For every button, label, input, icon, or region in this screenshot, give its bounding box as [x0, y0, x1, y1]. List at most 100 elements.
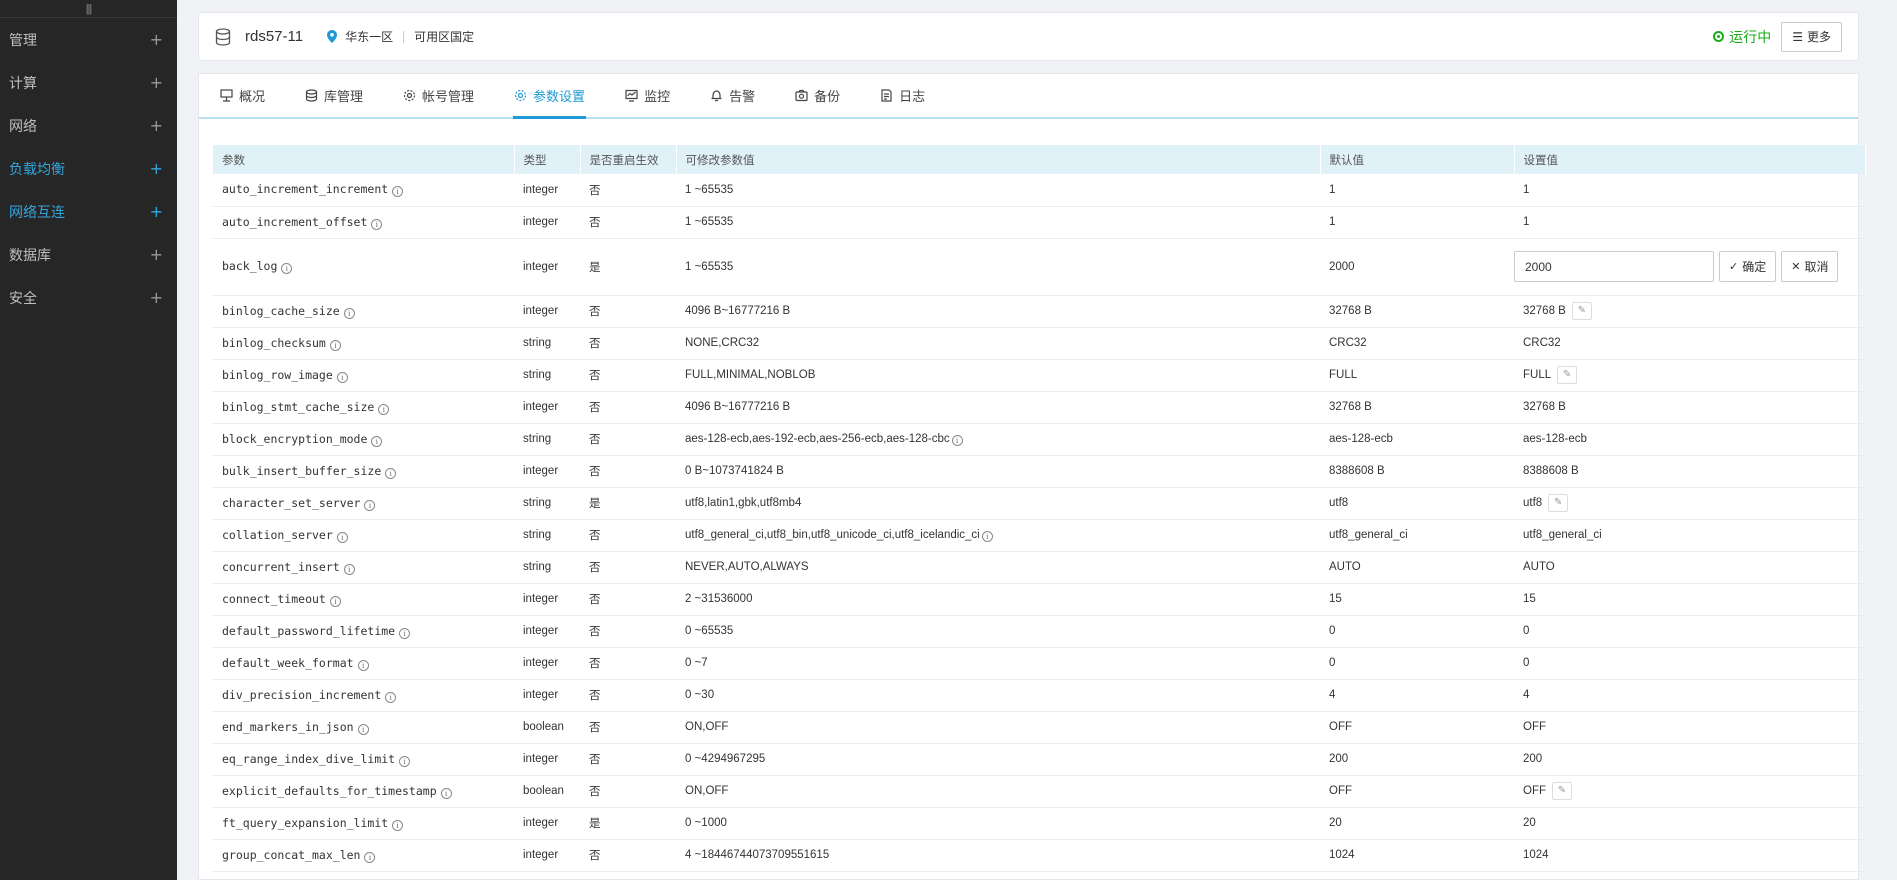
- allowed-range: 0 ~1000: [685, 817, 727, 829]
- allowed-range: 4096 B~16777216 B: [685, 305, 791, 317]
- set-value: 200: [1523, 753, 1543, 765]
- set-value: 32768 B: [1523, 401, 1566, 413]
- sidebar-item[interactable]: 安全 +: [0, 276, 177, 319]
- table-row: group_concat_max_len i integer 否 4 ~18446744…: [213, 839, 1865, 872]
- more-button[interactable]: ☰ 更多: [1781, 21, 1842, 52]
- default-value-cell: utf8: [1320, 487, 1514, 520]
- info-icon[interactable]: i: [329, 339, 341, 351]
- table-row: connect_timeout i integer 否 2 ~31536000 15 15: [213, 583, 1865, 616]
- sidebar-item[interactable]: 管理 +: [0, 18, 177, 61]
- tab-7[interactable]: 备份: [794, 73, 841, 117]
- table-row: explicit_defaults_for_timestamp i boolean 否…: [213, 775, 1865, 808]
- param-name: back_log: [222, 259, 278, 273]
- sidebar-item[interactable]: 计算 +: [0, 61, 177, 104]
- table-row: bulk_insert_buffer_size i integer 否 0 B~1073…: [213, 455, 1865, 488]
- info-icon[interactable]: i: [336, 531, 348, 543]
- plus-icon: +: [149, 245, 163, 264]
- edit-icon[interactable]: ✎: [1552, 782, 1572, 800]
- restart-required-cell: 否: [580, 743, 676, 776]
- table-row: auto_increment_increment i integer 否 1 ~6553…: [213, 174, 1865, 207]
- allowed-range: 1 ~65535: [685, 183, 734, 196]
- tab-3[interactable]: 帐号管理: [402, 73, 475, 117]
- allowed-range: 4 ~18446744073709551615: [685, 849, 830, 861]
- param-name-cell: binlog_checksum i: [213, 327, 514, 360]
- table-header-row: 参数 类型 是否重启生效 可修改参数值 默认值 设置值: [213, 145, 1866, 174]
- param-name: default_password_lifetime: [222, 623, 396, 638]
- info-icon[interactable]: i: [336, 371, 348, 383]
- cancel-button[interactable]: ✕ 取消: [1781, 251, 1839, 282]
- info-icon[interactable]: i: [371, 435, 383, 447]
- set-value: FULL: [1523, 369, 1552, 382]
- param-type-cell: integer: [514, 583, 580, 616]
- allowed-range: NONE,CRC32: [685, 337, 760, 349]
- param-type-cell: integer: [514, 807, 580, 840]
- set-value-cell: utf8 ✎: [1514, 487, 1865, 520]
- default-value-cell: 32768 B: [1320, 295, 1514, 328]
- column-header-restart: 是否重启生效: [580, 145, 677, 174]
- tab-5[interactable]: 监控: [624, 73, 671, 117]
- info-icon[interactable]: i: [392, 186, 404, 198]
- info-icon[interactable]: i: [399, 627, 411, 639]
- sidebar-item[interactable]: 负载均衡 +: [0, 147, 177, 190]
- set-value: 32768 B: [1523, 305, 1566, 318]
- info-icon[interactable]: i: [399, 755, 411, 767]
- tab-2[interactable]: 库管理: [304, 73, 364, 117]
- param-type-cell: integer: [514, 295, 580, 328]
- info-icon[interactable]: i: [385, 467, 397, 479]
- param-type-cell: integer: [514, 647, 580, 680]
- param-name-cell: bulk_insert_buffer_size i: [213, 455, 514, 488]
- set-value: 8388608 B: [1523, 465, 1579, 477]
- param-name: explicit_defaults_for_timestamp: [222, 783, 437, 798]
- param-name-cell: collation_server i: [213, 519, 514, 552]
- sidebar-collapse-handle[interactable]: |||: [0, 0, 177, 18]
- info-icon[interactable]: i: [951, 434, 963, 446]
- restart-required-cell: 否: [580, 839, 676, 872]
- allowed-range: 0 ~65535: [685, 625, 734, 637]
- set-value: utf8: [1523, 497, 1543, 510]
- sidebar-item[interactable]: 网络 +: [0, 104, 177, 147]
- info-icon[interactable]: i: [385, 691, 397, 703]
- info-icon[interactable]: i: [364, 499, 376, 511]
- edit-icon[interactable]: ✎: [1571, 302, 1592, 320]
- param-name-cell: binlog_row_image i: [213, 359, 514, 392]
- restart-required-cell: 是: [580, 487, 676, 520]
- param-name: concurrent_insert: [222, 559, 340, 574]
- param-type-cell: boolean: [514, 711, 580, 744]
- allowed-range-cell: ON,OFF: [676, 711, 1320, 744]
- restart-required-cell: 否: [580, 455, 676, 488]
- edit-icon[interactable]: ✎: [1557, 366, 1578, 384]
- param-type-cell: string: [514, 551, 580, 584]
- table-row: binlog_checksum i string 否 NONE,CRC32 CRC32 CR…: [213, 327, 1865, 360]
- tab-6[interactable]: 告警: [709, 73, 756, 117]
- sidebar-item-label: 安全: [9, 289, 37, 306]
- sidebar-item[interactable]: 数据库 +: [0, 233, 177, 276]
- set-value: 20: [1523, 817, 1536, 829]
- info-icon[interactable]: i: [981, 530, 993, 542]
- info-icon[interactable]: i: [364, 851, 376, 863]
- instance-header: rds57-11 华东一区 可用区国定 运行中 ☰ 更多: [198, 12, 1859, 61]
- sidebar-item[interactable]: 网络互连 +: [0, 190, 177, 233]
- param-type-cell: integer: [514, 839, 580, 872]
- info-icon[interactable]: i: [357, 723, 369, 735]
- info-icon[interactable]: i: [281, 263, 293, 274]
- edit-icon[interactable]: ✎: [1548, 494, 1569, 512]
- tab-8[interactable]: 日志: [879, 73, 926, 117]
- info-icon[interactable]: i: [378, 403, 390, 415]
- param-name: character_set_server: [222, 495, 361, 510]
- tab-4[interactable]: 参数设置: [513, 73, 587, 119]
- tab-1[interactable]: 概况: [219, 73, 266, 117]
- confirm-button[interactable]: ✓ 确定: [1719, 251, 1777, 282]
- tab-bar: 概况 库管理 帐号管理 参数设置 监控 告警 备份 日志: [199, 74, 1858, 119]
- param-name-cell: character_set_server i: [213, 487, 514, 520]
- info-icon[interactable]: i: [357, 659, 369, 671]
- info-icon[interactable]: i: [343, 307, 355, 319]
- info-icon[interactable]: i: [329, 595, 341, 607]
- param-type-cell: integer: [514, 743, 580, 776]
- value-input[interactable]: [1514, 251, 1714, 282]
- info-icon[interactable]: i: [343, 563, 355, 575]
- sidebar-item-label: 数据库: [9, 246, 51, 263]
- info-icon[interactable]: i: [440, 787, 452, 799]
- table-row: eq_range_index_dive_limit i integer 否 0 ~429…: [213, 743, 1865, 776]
- info-icon[interactable]: i: [392, 819, 404, 831]
- info-icon[interactable]: i: [371, 218, 383, 230]
